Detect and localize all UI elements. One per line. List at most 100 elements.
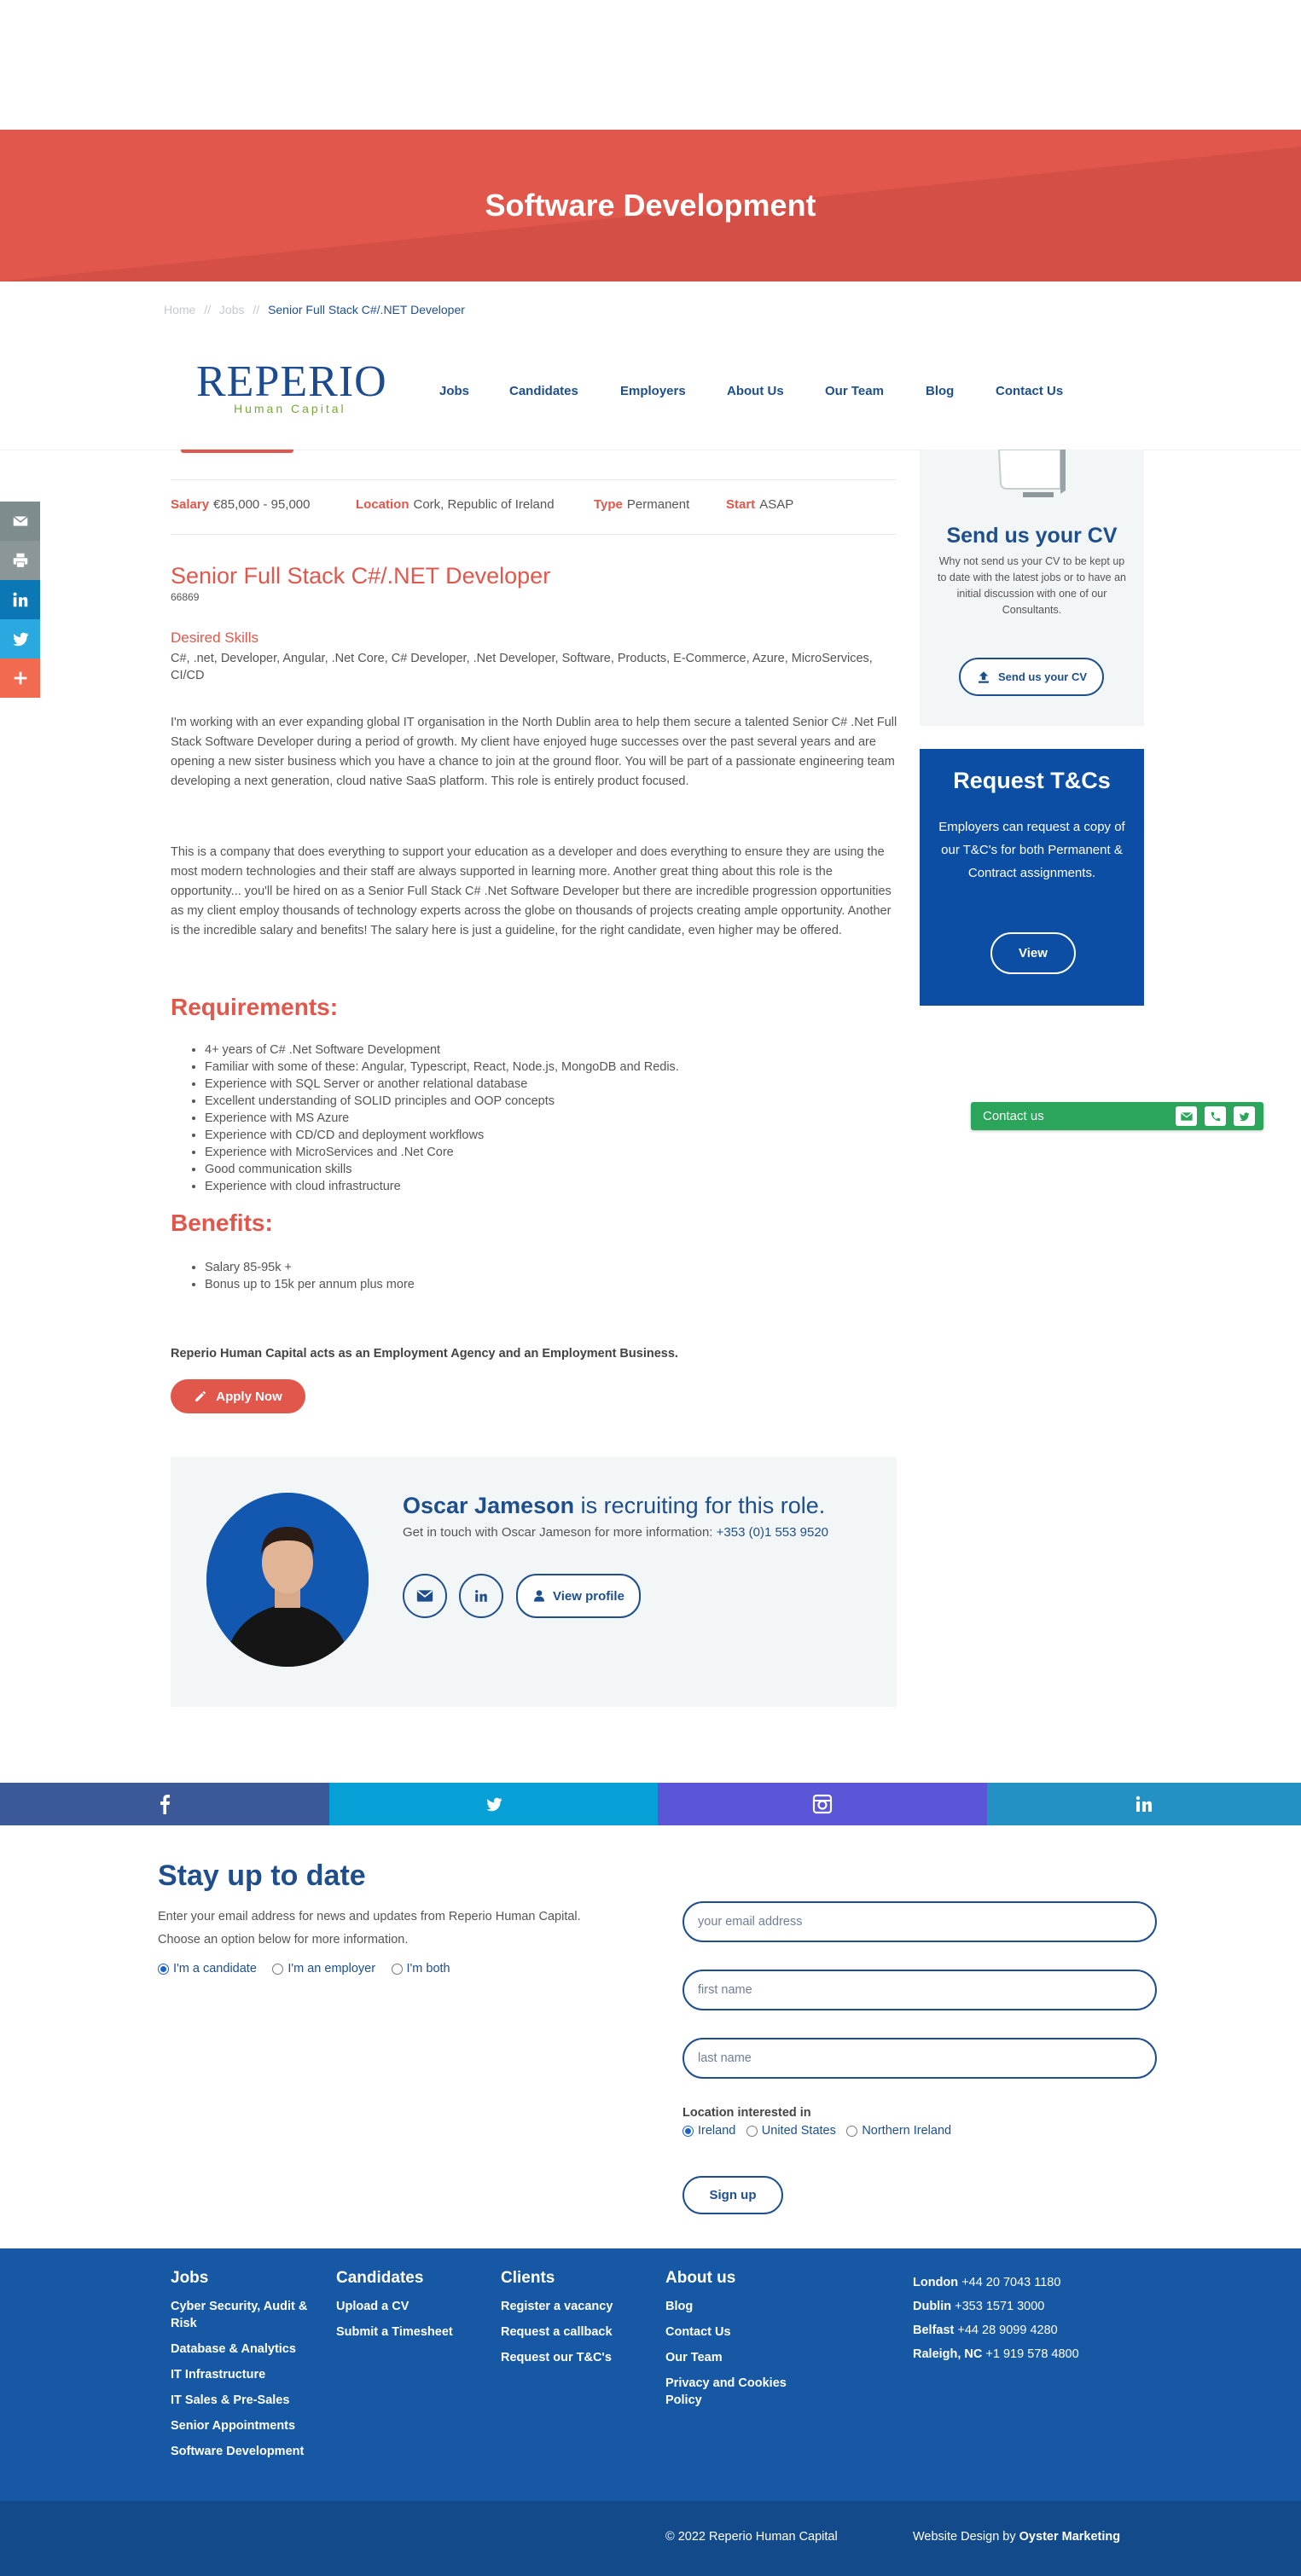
twitter-icon	[1239, 1111, 1250, 1121]
send-cv-button[interactable]: Send us your CV	[959, 658, 1104, 696]
share-twitter-button[interactable]	[0, 619, 40, 659]
instagram-icon	[812, 1794, 833, 1814]
site-footer: Jobs Cyber Security, Audit & Risk Databa…	[0, 2248, 1301, 2501]
breadcrumb-separator: //	[253, 303, 260, 316]
footer-link[interactable]: IT Sales & Pre-Sales	[171, 2392, 324, 2409]
nav-jobs[interactable]: Jobs	[439, 384, 469, 398]
footer-link[interactable]: Submit a Timesheet	[336, 2324, 481, 2341]
contact-phone-button[interactable]	[1205, 1106, 1226, 1126]
footer-about: About us Blog Contact Us Our Team Privac…	[665, 2269, 810, 2417]
footer-clients: Clients Register a vacancy Request a cal…	[501, 2269, 646, 2375]
footer-offices: London +44 20 7043 1180 Dublin +353 1571…	[913, 2271, 1079, 2366]
share-email-button[interactable]	[0, 502, 40, 541]
plus-icon	[14, 671, 26, 685]
list-item: Experience with MS Azure	[205, 1110, 679, 1127]
footer-link[interactable]: Our Team	[665, 2349, 810, 2366]
recruiter-headline: Oscar Jameson is recruiting for this rol…	[403, 1493, 826, 1518]
radio-northern-ireland[interactable]: Northern Ireland	[846, 2124, 951, 2138]
twitter-link[interactable]	[329, 1783, 658, 1825]
footer-candidates-title: Candidates	[336, 2269, 424, 2287]
divider	[171, 479, 896, 480]
radio-ireland[interactable]: Ireland	[682, 2124, 735, 2138]
view-tcs-button[interactable]: View	[990, 932, 1076, 974]
linkedin-icon	[13, 592, 27, 607]
apply-button-top-edge	[181, 450, 293, 453]
footer-link[interactable]: Contact Us	[665, 2324, 810, 2341]
contact-twitter-button[interactable]	[1234, 1106, 1255, 1126]
footer-candidates: Candidates Upload a CV Submit a Timeshee…	[336, 2269, 481, 2349]
recruiter-contact-text: Get in touch with Oscar Jameson for more…	[403, 1525, 829, 1540]
design-credit: Website Design by Oyster Marketing	[913, 2530, 1121, 2544]
linkedin-link[interactable]	[987, 1783, 1301, 1825]
view-profile-button[interactable]: View profile	[516, 1574, 641, 1618]
phone-icon	[1211, 1111, 1220, 1121]
breadcrumb-jobs[interactable]: Jobs	[219, 303, 245, 316]
desired-skills: C#, .net, Developer, Angular, .Net Core,…	[171, 652, 873, 682]
footer-link[interactable]: Database & Analytics	[171, 2341, 324, 2358]
footer-link[interactable]: Software Development	[171, 2443, 324, 2460]
nav-contact-us[interactable]: Contact Us	[996, 384, 1063, 398]
contact-email-button[interactable]	[1176, 1106, 1197, 1126]
recruiter-phone[interactable]: +353 (0)1 553 9520	[717, 1525, 828, 1540]
newsletter-description: Enter your email address for news and up…	[158, 1910, 581, 1947]
facebook-icon	[160, 1795, 170, 1814]
nav-about-us[interactable]: About Us	[727, 384, 784, 398]
email-field[interactable]: your email address	[682, 1901, 1157, 1942]
reperio-logo[interactable]: REPERIO Human Capital	[196, 360, 387, 416]
upload-icon	[978, 670, 989, 683]
breadcrumb-current: Senior Full Stack C#/.NET Developer	[268, 303, 465, 316]
banner-title: Software Development	[485, 188, 816, 223]
nav-employers[interactable]: Employers	[620, 384, 686, 398]
radio-candidate[interactable]: I'm a candidate	[158, 1962, 257, 1976]
breadcrumb: Home // Jobs // Senior Full Stack C#/.NE…	[164, 303, 470, 316]
email-icon	[1180, 1111, 1193, 1121]
location-radio-group: Ireland United States Northern Ireland	[682, 2124, 963, 2141]
footer-link[interactable]: Blog	[665, 2298, 810, 2315]
apply-now-button[interactable]: Apply Now	[171, 1379, 305, 1413]
share-more-button[interactable]	[0, 659, 40, 698]
nav-blog[interactable]: Blog	[926, 384, 954, 398]
nav-our-team[interactable]: Our Team	[825, 384, 884, 398]
sign-up-button[interactable]: Sign up	[682, 2176, 783, 2214]
contact-us-bar[interactable]: Contact us	[971, 1102, 1263, 1130]
copyright: © 2022 Reperio Human Capital	[665, 2530, 838, 2544]
job-title: Senior Full Stack C#/.NET Developer	[171, 563, 551, 589]
footer-link[interactable]: Request a callback	[501, 2324, 646, 2341]
footer-about-title: About us	[665, 2269, 736, 2287]
desired-skills-label: Desired Skills	[171, 629, 258, 646]
last-name-field[interactable]: last name	[682, 2038, 1157, 2079]
radio-united-states[interactable]: United States	[746, 2124, 836, 2138]
office-raleigh: Raleigh, NC +1 919 578 4800	[913, 2347, 1079, 2361]
breadcrumb-home[interactable]: Home	[164, 303, 195, 316]
send-cv-title: Send us your CV	[946, 524, 1118, 548]
first-name-field[interactable]: first name	[682, 1970, 1157, 2010]
footer-link[interactable]: Privacy and Cookies Policy	[665, 2375, 810, 2409]
apply-now-label: Apply Now	[216, 1389, 282, 1404]
footer-link[interactable]: Register a vacancy	[501, 2298, 646, 2315]
radio-employer[interactable]: I'm an employer	[272, 1962, 375, 1976]
facebook-link[interactable]	[0, 1783, 329, 1825]
design-credit-link[interactable]: Oyster Marketing	[1019, 2530, 1120, 2544]
footer-link[interactable]: IT Infrastructure	[171, 2366, 324, 2383]
requirements-list: 4+ years of C# .Net Software Development…	[205, 1041, 679, 1195]
footer-link[interactable]: Request our T&C's	[501, 2349, 646, 2366]
share-linkedin-button[interactable]	[0, 580, 40, 619]
computer-monitor-icon	[997, 450, 1066, 497]
footer-link[interactable]: Senior Appointments	[171, 2417, 324, 2434]
breadcrumb-separator: //	[204, 303, 212, 316]
salary-info: Salary €85,000 - 95,000	[171, 497, 311, 512]
share-print-button[interactable]	[0, 541, 40, 580]
requirements-heading: Requirements:	[171, 994, 339, 1020]
recruiter-name: Oscar Jameson	[403, 1493, 575, 1518]
footer-link[interactable]: Upload a CV	[336, 2298, 481, 2315]
nav-candidates[interactable]: Candidates	[509, 384, 578, 398]
recruiter-linkedin-button[interactable]	[459, 1574, 503, 1618]
radio-both[interactable]: I'm both	[391, 1962, 450, 1976]
linkedin-icon	[1135, 1796, 1152, 1812]
job-description-1: I'm working with an ever expanding globa…	[171, 716, 897, 788]
recruiter-avatar	[206, 1493, 369, 1667]
instagram-link[interactable]	[658, 1783, 987, 1825]
benefits-list: Salary 85-95k + Bonus up to 15k per annu…	[205, 1259, 415, 1293]
footer-link[interactable]: Cyber Security, Audit & Risk	[171, 2298, 324, 2332]
recruiter-email-button[interactable]	[403, 1574, 447, 1618]
